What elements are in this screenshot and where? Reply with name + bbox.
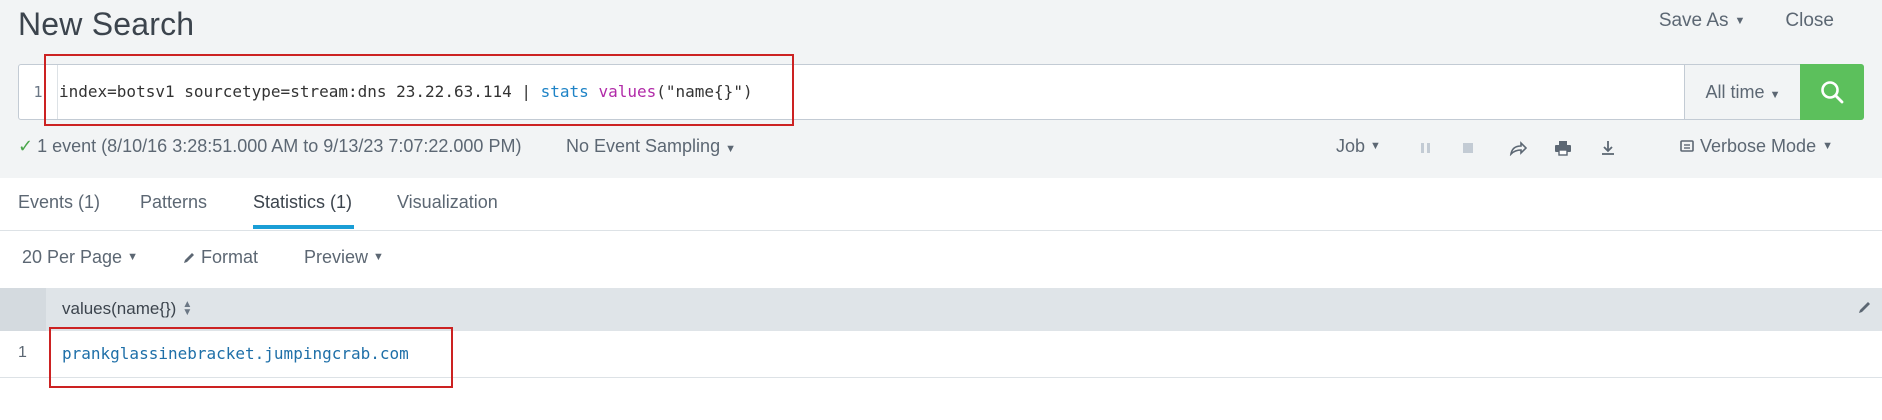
per-page-dropdown[interactable]: 20 Per Page ▼ (22, 247, 138, 268)
job-controls: Job ▼ (1336, 136, 1381, 157)
table-cell-value[interactable]: prankglassinebracket.jumpingcrab.com (62, 344, 409, 363)
chevron-down-icon: ▼ (725, 143, 736, 155)
preview-dropdown[interactable]: Preview ▼ (304, 247, 384, 268)
pencil-icon (184, 252, 194, 263)
tab-patterns[interactable]: Patterns (140, 192, 207, 213)
job-label: Job (1336, 136, 1366, 156)
tab-visualization[interactable]: Visualization (397, 192, 498, 213)
query-function: values (598, 82, 657, 101)
search-input[interactable]: index=botsv1 sourcetype=stream:dns 23.22… (59, 65, 753, 119)
chevron-down-icon: ▼ (1822, 140, 1833, 152)
query-text: index=botsv1 sourcetype=stream:dns 23.22… (59, 82, 541, 101)
chevron-down-icon: ▼ (373, 251, 384, 263)
event-count-summary: 1 event (8/10/16 3:28:51.000 AM to 9/13/… (37, 136, 522, 156)
table-row: 1 prankglassinebracket.jumpingcrab.com (0, 331, 1882, 378)
header-actions: Save As ▼ Close (1659, 10, 1834, 32)
pause-icon[interactable] (1416, 138, 1436, 158)
chevron-down-icon: ▼ (127, 251, 138, 263)
save-as-button[interactable]: Save As ▼ (1659, 10, 1746, 32)
page-title: New Search (18, 6, 195, 42)
query-command: stats (540, 82, 589, 101)
stop-icon[interactable] (1458, 138, 1478, 158)
row-number-column-header (0, 288, 46, 331)
format-button[interactable]: Format (182, 247, 258, 268)
job-menu-button[interactable]: Job ▼ (1336, 136, 1381, 157)
search-button[interactable] (1800, 64, 1864, 120)
check-icon: ✓ (18, 136, 34, 156)
close-button[interactable]: Close (1785, 10, 1834, 32)
search-icon (1821, 81, 1844, 104)
sort-icon[interactable]: ▲ ▼ (182, 300, 192, 318)
line-number: 1 (19, 65, 58, 119)
mode-icon (1680, 139, 1694, 152)
search-status: ✓ 1 event (8/10/16 3:28:51.000 AM to 9/1… (18, 136, 521, 157)
active-tab-indicator (253, 225, 354, 229)
table-header: values(name{}) ▲ ▼ (0, 288, 1882, 331)
share-icon[interactable] (1508, 138, 1528, 158)
search-bar: 1 index=botsv1 sourcetype=stream:dns 23.… (18, 64, 1864, 120)
close-label: Close (1785, 10, 1834, 31)
format-label: Format (201, 247, 259, 267)
chevron-down-icon: ▼ (1769, 89, 1781, 101)
column-header-label: values(name{}) (62, 299, 177, 318)
event-sampling-label: No Event Sampling (566, 136, 721, 156)
per-page-label: 20 Per Page (22, 247, 123, 267)
time-range-picker[interactable]: All time ▼ (1684, 65, 1801, 119)
save-as-label: Save As (1658, 10, 1729, 31)
table-toolbar: 20 Per Page ▼ Format Preview ▼ (0, 231, 1882, 287)
tab-statistics[interactable]: Statistics (1) (253, 192, 352, 213)
chevron-down-icon: ▼ (1734, 14, 1746, 27)
results-tabs: Events (1) Patterns Statistics (1) Visua… (0, 178, 1882, 231)
edit-column-icon[interactable] (1858, 300, 1872, 319)
event-sampling-dropdown[interactable]: No Event Sampling ▼ (566, 136, 736, 157)
chevron-down-icon: ▼ (1370, 140, 1381, 152)
print-icon[interactable] (1553, 138, 1573, 158)
tab-events[interactable]: Events (1) (18, 192, 100, 213)
row-number: 1 (18, 344, 27, 361)
search-mode-dropdown[interactable]: Verbose Mode ▼ (1680, 136, 1833, 157)
query-arguments: ("name{}") (656, 82, 753, 101)
column-header-values-name[interactable]: values(name{}) ▲ ▼ (62, 299, 192, 319)
download-icon[interactable] (1598, 138, 1618, 158)
preview-label: Preview (304, 247, 369, 267)
search-mode-label: Verbose Mode (1700, 136, 1817, 156)
time-range-label: All time (1705, 82, 1765, 102)
